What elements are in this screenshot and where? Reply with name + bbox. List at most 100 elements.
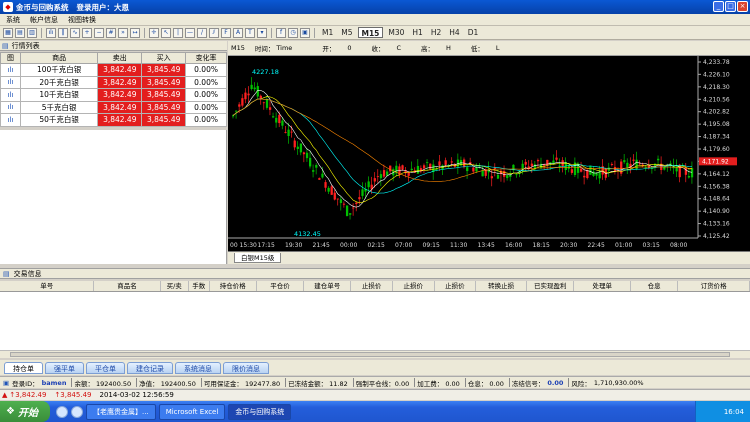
candle-chart-icon[interactable]: ‖ (58, 27, 68, 38)
trade-col-header[interactable]: 已实现盈利 (527, 281, 575, 291)
tf-m1[interactable]: M1 (319, 27, 336, 38)
buy-price[interactable]: 3,845.49 (141, 113, 187, 127)
trade-col-header[interactable]: 止损价 (393, 281, 435, 291)
zoom-in-icon[interactable]: + (82, 27, 92, 38)
shift-icon[interactable]: ↦ (130, 27, 140, 38)
profile-icon[interactable]: ▤ (15, 27, 25, 38)
trade-col-header[interactable]: 单号 (0, 281, 95, 291)
col-change[interactable]: 变化率 (185, 52, 227, 64)
table-row[interactable]: ılı 5千克白银 3,842.49 3,845.49 0.00% (0, 100, 227, 114)
vertical-line-icon[interactable]: | (173, 27, 183, 38)
tf-h2[interactable]: H2 (428, 27, 444, 38)
sell-price[interactable]: 3,842.49 (97, 75, 143, 89)
text-icon[interactable]: A (233, 27, 243, 38)
task-trading-app[interactable]: 金币与回购系统 (228, 403, 292, 420)
market-watch-icon[interactable]: ▥ (27, 27, 37, 38)
tab-open-records[interactable]: 建仓记录 (127, 361, 173, 374)
chart-icon[interactable]: ılı (0, 113, 21, 127)
sell-price[interactable]: 3,842.49 (97, 88, 143, 102)
trade-col-header[interactable]: 转换止损 (476, 281, 528, 291)
tab-positions[interactable]: 持仓单 (4, 361, 43, 374)
chart-icon[interactable]: ılı (0, 63, 21, 77)
candle-body (401, 165, 404, 170)
buy-price[interactable]: 3,845.49 (141, 88, 187, 102)
tab-system-messages[interactable]: 系统消息 (175, 361, 221, 374)
chart-icon[interactable]: ılı (0, 100, 21, 114)
tab-limit-messages[interactable]: 限价消息 (223, 361, 269, 374)
trade-col-header[interactable]: 仓息 (631, 281, 679, 291)
trade-col-header[interactable]: 止损价 (351, 281, 393, 291)
table-row[interactable]: ılı 50千克白银 3,842.49 3,845.49 0.00% (0, 113, 227, 127)
label-icon[interactable]: T (245, 27, 255, 38)
grid-icon[interactable]: # (106, 27, 116, 38)
task-browser[interactable]: 【老鹰贵金属】... (86, 403, 156, 420)
buy-price[interactable]: 3,845.49 (141, 75, 187, 89)
fibonacci-icon[interactable]: F (221, 27, 231, 38)
menu-system[interactable]: 系统 (6, 15, 20, 25)
col-icon[interactable]: 图 (0, 52, 21, 64)
chart-icon[interactable]: ılı (0, 88, 21, 102)
trade-col-header[interactable]: 平仓价 (257, 281, 305, 291)
chart-tab[interactable]: 白银M15级 (234, 253, 282, 263)
col-name[interactable]: 商品 (19, 52, 99, 64)
tf-h1[interactable]: H1 (409, 27, 425, 38)
line-chart-icon[interactable]: ∿ (70, 27, 80, 38)
channel-icon[interactable]: ⫽ (209, 27, 219, 38)
col-buy[interactable]: 买入 (141, 52, 187, 64)
zoom-out-icon[interactable]: − (94, 27, 104, 38)
trade-col-header[interactable]: 建仓单号 (304, 281, 352, 291)
maximize-button[interactable]: □ (725, 1, 736, 12)
used-margin: 可用保证金： 192477.80 (203, 379, 281, 388)
tf-m30[interactable]: M30 (385, 27, 407, 38)
tab-closed[interactable]: 平仓单 (86, 361, 125, 374)
buy-price[interactable]: 3,845.49 (141, 63, 187, 77)
trade-col-header[interactable]: 止损价 (435, 281, 477, 291)
col-sell[interactable]: 卖出 (97, 52, 143, 64)
bar-chart-icon[interactable]: ılı (46, 27, 56, 38)
horizontal-line-icon[interactable]: — (185, 27, 195, 38)
candle-body (290, 131, 293, 133)
cursor-icon[interactable]: ↖ (161, 27, 171, 38)
trade-col-header[interactable]: 处理单 (574, 281, 632, 291)
crosshair-icon[interactable]: ✛ (149, 27, 159, 38)
indicator-icon[interactable]: f (276, 27, 286, 38)
tab-forced-close[interactable]: 强平单 (45, 361, 84, 374)
tf-m5[interactable]: M5 (338, 27, 355, 38)
menu-account-info[interactable]: 帐户信息 (30, 15, 58, 25)
trendline-icon[interactable]: / (197, 27, 207, 38)
start-button[interactable]: ❖ 开始 (0, 401, 50, 422)
ie-icon[interactable] (56, 405, 68, 418)
horizontal-scrollbar[interactable] (0, 350, 750, 358)
trade-col-header[interactable]: 手数 (189, 281, 210, 291)
period-icon[interactable]: ◷ (288, 27, 298, 38)
price-tick-label: 4,218.30 (703, 84, 730, 91)
sell-price[interactable]: 3,842.49 (97, 63, 143, 77)
trade-col-header[interactable]: 买/卖 (161, 281, 189, 291)
close-button[interactable]: × (737, 1, 748, 12)
chart-tab-bar: 白银M15级 (228, 251, 750, 264)
template-icon[interactable]: ▣ (300, 27, 310, 38)
desktop-icon[interactable] (71, 405, 83, 418)
table-row[interactable]: ılı 10千克白银 3,842.49 3,845.49 0.00% (0, 88, 227, 102)
trade-table-body[interactable] (0, 292, 750, 350)
buy-price[interactable]: 3,845.49 (141, 100, 187, 114)
tf-m15[interactable]: M15 (357, 27, 384, 38)
chart-icon[interactable]: ılı (0, 75, 21, 89)
tf-d1[interactable]: D1 (465, 27, 482, 38)
sell-price[interactable]: 3,842.49 (97, 113, 143, 127)
trade-col-header[interactable]: 商品名 (94, 281, 161, 291)
arrow-icon[interactable]: ▾ (257, 27, 267, 38)
autoscroll-icon[interactable]: » (118, 27, 128, 38)
minimize-button[interactable]: _ (713, 1, 724, 12)
task-excel[interactable]: Microsoft Excel (158, 403, 226, 420)
table-row[interactable]: ılı 20千克白银 3,842.49 3,845.49 0.00% (0, 75, 227, 89)
trade-col-header[interactable]: 订货价格 (678, 281, 750, 291)
tf-h4[interactable]: H4 (446, 27, 462, 38)
menu-view-switch[interactable]: 视图转换 (68, 15, 96, 25)
price-chart[interactable]: 4,233.78 4,226.10 4,218.30 4,210.56 4,202.82… (228, 56, 750, 251)
table-row[interactable]: ılı 100千克白银 3,842.49 3,845.49 0.00% (0, 63, 227, 77)
new-chart-icon[interactable]: ▦ (3, 27, 13, 38)
trade-col-header[interactable]: 持仓价格 (210, 281, 257, 291)
sell-price[interactable]: 3,842.49 (97, 100, 143, 114)
scroll-thumb[interactable] (10, 352, 730, 357)
